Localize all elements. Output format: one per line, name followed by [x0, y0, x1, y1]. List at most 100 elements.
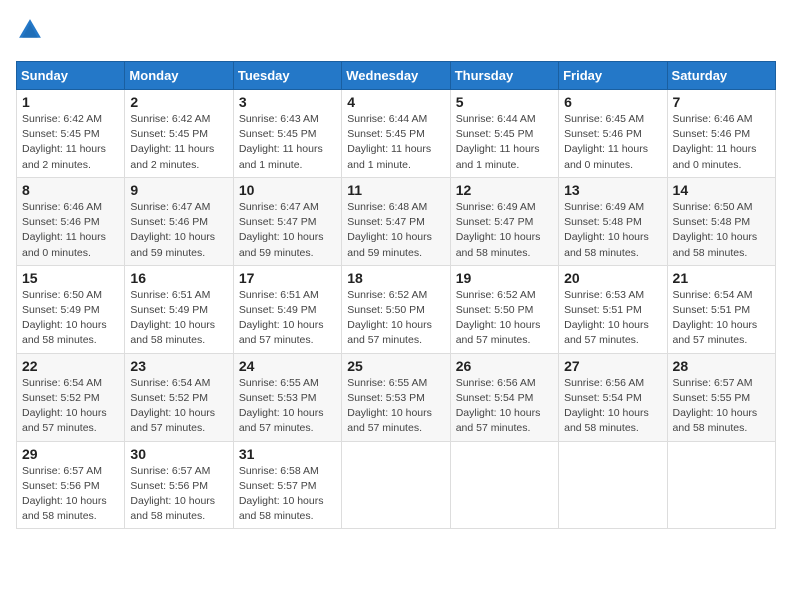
calendar-cell: 11 Sunrise: 6:48 AM Sunset: 5:47 PM Dayl…	[342, 177, 450, 265]
day-number: 25	[347, 358, 444, 374]
day-number: 17	[239, 270, 336, 286]
calendar-cell: 23 Sunrise: 6:54 AM Sunset: 5:52 PM Dayl…	[125, 353, 233, 441]
day-info: Sunrise: 6:47 AM Sunset: 5:47 PM Dayligh…	[239, 200, 336, 261]
day-info: Sunrise: 6:54 AM Sunset: 5:52 PM Dayligh…	[22, 376, 119, 437]
header-friday: Friday	[559, 62, 667, 90]
day-number: 8	[22, 182, 119, 198]
day-number: 6	[564, 94, 661, 110]
day-number: 20	[564, 270, 661, 286]
day-info: Sunrise: 6:44 AM Sunset: 5:45 PM Dayligh…	[456, 112, 553, 173]
day-number: 28	[673, 358, 770, 374]
calendar-cell: 8 Sunrise: 6:46 AM Sunset: 5:46 PM Dayli…	[17, 177, 125, 265]
day-number: 5	[456, 94, 553, 110]
calendar-cell: 18 Sunrise: 6:52 AM Sunset: 5:50 PM Dayl…	[342, 265, 450, 353]
calendar-cell: 13 Sunrise: 6:49 AM Sunset: 5:48 PM Dayl…	[559, 177, 667, 265]
day-number: 7	[673, 94, 770, 110]
day-info: Sunrise: 6:52 AM Sunset: 5:50 PM Dayligh…	[347, 288, 444, 349]
day-info: Sunrise: 6:57 AM Sunset: 5:55 PM Dayligh…	[673, 376, 770, 437]
day-number: 26	[456, 358, 553, 374]
day-info: Sunrise: 6:42 AM Sunset: 5:45 PM Dayligh…	[22, 112, 119, 173]
day-number: 9	[130, 182, 227, 198]
calendar-cell: 2 Sunrise: 6:42 AM Sunset: 5:45 PM Dayli…	[125, 90, 233, 178]
calendar-week-5: 29 Sunrise: 6:57 AM Sunset: 5:56 PM Dayl…	[17, 441, 776, 529]
day-info: Sunrise: 6:56 AM Sunset: 5:54 PM Dayligh…	[456, 376, 553, 437]
calendar-cell: 1 Sunrise: 6:42 AM Sunset: 5:45 PM Dayli…	[17, 90, 125, 178]
day-number: 3	[239, 94, 336, 110]
day-info: Sunrise: 6:46 AM Sunset: 5:46 PM Dayligh…	[22, 200, 119, 261]
calendar-cell: 3 Sunrise: 6:43 AM Sunset: 5:45 PM Dayli…	[233, 90, 341, 178]
day-info: Sunrise: 6:57 AM Sunset: 5:56 PM Dayligh…	[22, 464, 119, 525]
day-info: Sunrise: 6:42 AM Sunset: 5:45 PM Dayligh…	[130, 112, 227, 173]
day-info: Sunrise: 6:54 AM Sunset: 5:51 PM Dayligh…	[673, 288, 770, 349]
calendar-cell	[450, 441, 558, 529]
calendar-cell	[667, 441, 775, 529]
calendar-cell: 24 Sunrise: 6:55 AM Sunset: 5:53 PM Dayl…	[233, 353, 341, 441]
calendar-cell: 17 Sunrise: 6:51 AM Sunset: 5:49 PM Dayl…	[233, 265, 341, 353]
day-info: Sunrise: 6:49 AM Sunset: 5:47 PM Dayligh…	[456, 200, 553, 261]
calendar-week-2: 8 Sunrise: 6:46 AM Sunset: 5:46 PM Dayli…	[17, 177, 776, 265]
header-sunday: Sunday	[17, 62, 125, 90]
day-info: Sunrise: 6:44 AM Sunset: 5:45 PM Dayligh…	[347, 112, 444, 173]
day-info: Sunrise: 6:57 AM Sunset: 5:56 PM Dayligh…	[130, 464, 227, 525]
calendar-header-row: SundayMondayTuesdayWednesdayThursdayFrid…	[17, 62, 776, 90]
day-info: Sunrise: 6:43 AM Sunset: 5:45 PM Dayligh…	[239, 112, 336, 173]
day-info: Sunrise: 6:45 AM Sunset: 5:46 PM Dayligh…	[564, 112, 661, 173]
day-number: 27	[564, 358, 661, 374]
calendar-cell: 25 Sunrise: 6:55 AM Sunset: 5:53 PM Dayl…	[342, 353, 450, 441]
day-number: 22	[22, 358, 119, 374]
header-thursday: Thursday	[450, 62, 558, 90]
day-number: 4	[347, 94, 444, 110]
day-number: 18	[347, 270, 444, 286]
day-number: 1	[22, 94, 119, 110]
day-number: 2	[130, 94, 227, 110]
calendar-cell: 28 Sunrise: 6:57 AM Sunset: 5:55 PM Dayl…	[667, 353, 775, 441]
calendar-cell: 30 Sunrise: 6:57 AM Sunset: 5:56 PM Dayl…	[125, 441, 233, 529]
day-info: Sunrise: 6:50 AM Sunset: 5:48 PM Dayligh…	[673, 200, 770, 261]
day-number: 21	[673, 270, 770, 286]
calendar-cell: 31 Sunrise: 6:58 AM Sunset: 5:57 PM Dayl…	[233, 441, 341, 529]
header-monday: Monday	[125, 62, 233, 90]
calendar-cell: 19 Sunrise: 6:52 AM Sunset: 5:50 PM Dayl…	[450, 265, 558, 353]
calendar-cell: 12 Sunrise: 6:49 AM Sunset: 5:47 PM Dayl…	[450, 177, 558, 265]
day-info: Sunrise: 6:51 AM Sunset: 5:49 PM Dayligh…	[130, 288, 227, 349]
header-tuesday: Tuesday	[233, 62, 341, 90]
calendar-cell: 9 Sunrise: 6:47 AM Sunset: 5:46 PM Dayli…	[125, 177, 233, 265]
day-info: Sunrise: 6:46 AM Sunset: 5:46 PM Dayligh…	[673, 112, 770, 173]
day-info: Sunrise: 6:53 AM Sunset: 5:51 PM Dayligh…	[564, 288, 661, 349]
calendar-cell: 22 Sunrise: 6:54 AM Sunset: 5:52 PM Dayl…	[17, 353, 125, 441]
calendar: SundayMondayTuesdayWednesdayThursdayFrid…	[16, 61, 776, 529]
calendar-cell: 5 Sunrise: 6:44 AM Sunset: 5:45 PM Dayli…	[450, 90, 558, 178]
calendar-week-1: 1 Sunrise: 6:42 AM Sunset: 5:45 PM Dayli…	[17, 90, 776, 178]
day-info: Sunrise: 6:47 AM Sunset: 5:46 PM Dayligh…	[130, 200, 227, 261]
calendar-cell: 6 Sunrise: 6:45 AM Sunset: 5:46 PM Dayli…	[559, 90, 667, 178]
header	[16, 16, 776, 49]
day-info: Sunrise: 6:51 AM Sunset: 5:49 PM Dayligh…	[239, 288, 336, 349]
day-number: 10	[239, 182, 336, 198]
day-info: Sunrise: 6:56 AM Sunset: 5:54 PM Dayligh…	[564, 376, 661, 437]
day-number: 14	[673, 182, 770, 198]
logo-icon	[16, 16, 44, 49]
day-number: 16	[130, 270, 227, 286]
day-number: 23	[130, 358, 227, 374]
day-number: 13	[564, 182, 661, 198]
day-info: Sunrise: 6:55 AM Sunset: 5:53 PM Dayligh…	[239, 376, 336, 437]
day-number: 30	[130, 446, 227, 462]
calendar-cell	[559, 441, 667, 529]
logo	[16, 16, 48, 49]
calendar-cell: 16 Sunrise: 6:51 AM Sunset: 5:49 PM Dayl…	[125, 265, 233, 353]
day-number: 31	[239, 446, 336, 462]
calendar-cell: 29 Sunrise: 6:57 AM Sunset: 5:56 PM Dayl…	[17, 441, 125, 529]
calendar-cell: 15 Sunrise: 6:50 AM Sunset: 5:49 PM Dayl…	[17, 265, 125, 353]
day-number: 29	[22, 446, 119, 462]
day-info: Sunrise: 6:49 AM Sunset: 5:48 PM Dayligh…	[564, 200, 661, 261]
calendar-week-3: 15 Sunrise: 6:50 AM Sunset: 5:49 PM Dayl…	[17, 265, 776, 353]
day-number: 11	[347, 182, 444, 198]
calendar-cell: 14 Sunrise: 6:50 AM Sunset: 5:48 PM Dayl…	[667, 177, 775, 265]
calendar-cell: 10 Sunrise: 6:47 AM Sunset: 5:47 PM Dayl…	[233, 177, 341, 265]
header-wednesday: Wednesday	[342, 62, 450, 90]
day-info: Sunrise: 6:55 AM Sunset: 5:53 PM Dayligh…	[347, 376, 444, 437]
day-number: 24	[239, 358, 336, 374]
calendar-cell: 21 Sunrise: 6:54 AM Sunset: 5:51 PM Dayl…	[667, 265, 775, 353]
calendar-cell: 27 Sunrise: 6:56 AM Sunset: 5:54 PM Dayl…	[559, 353, 667, 441]
day-info: Sunrise: 6:54 AM Sunset: 5:52 PM Dayligh…	[130, 376, 227, 437]
